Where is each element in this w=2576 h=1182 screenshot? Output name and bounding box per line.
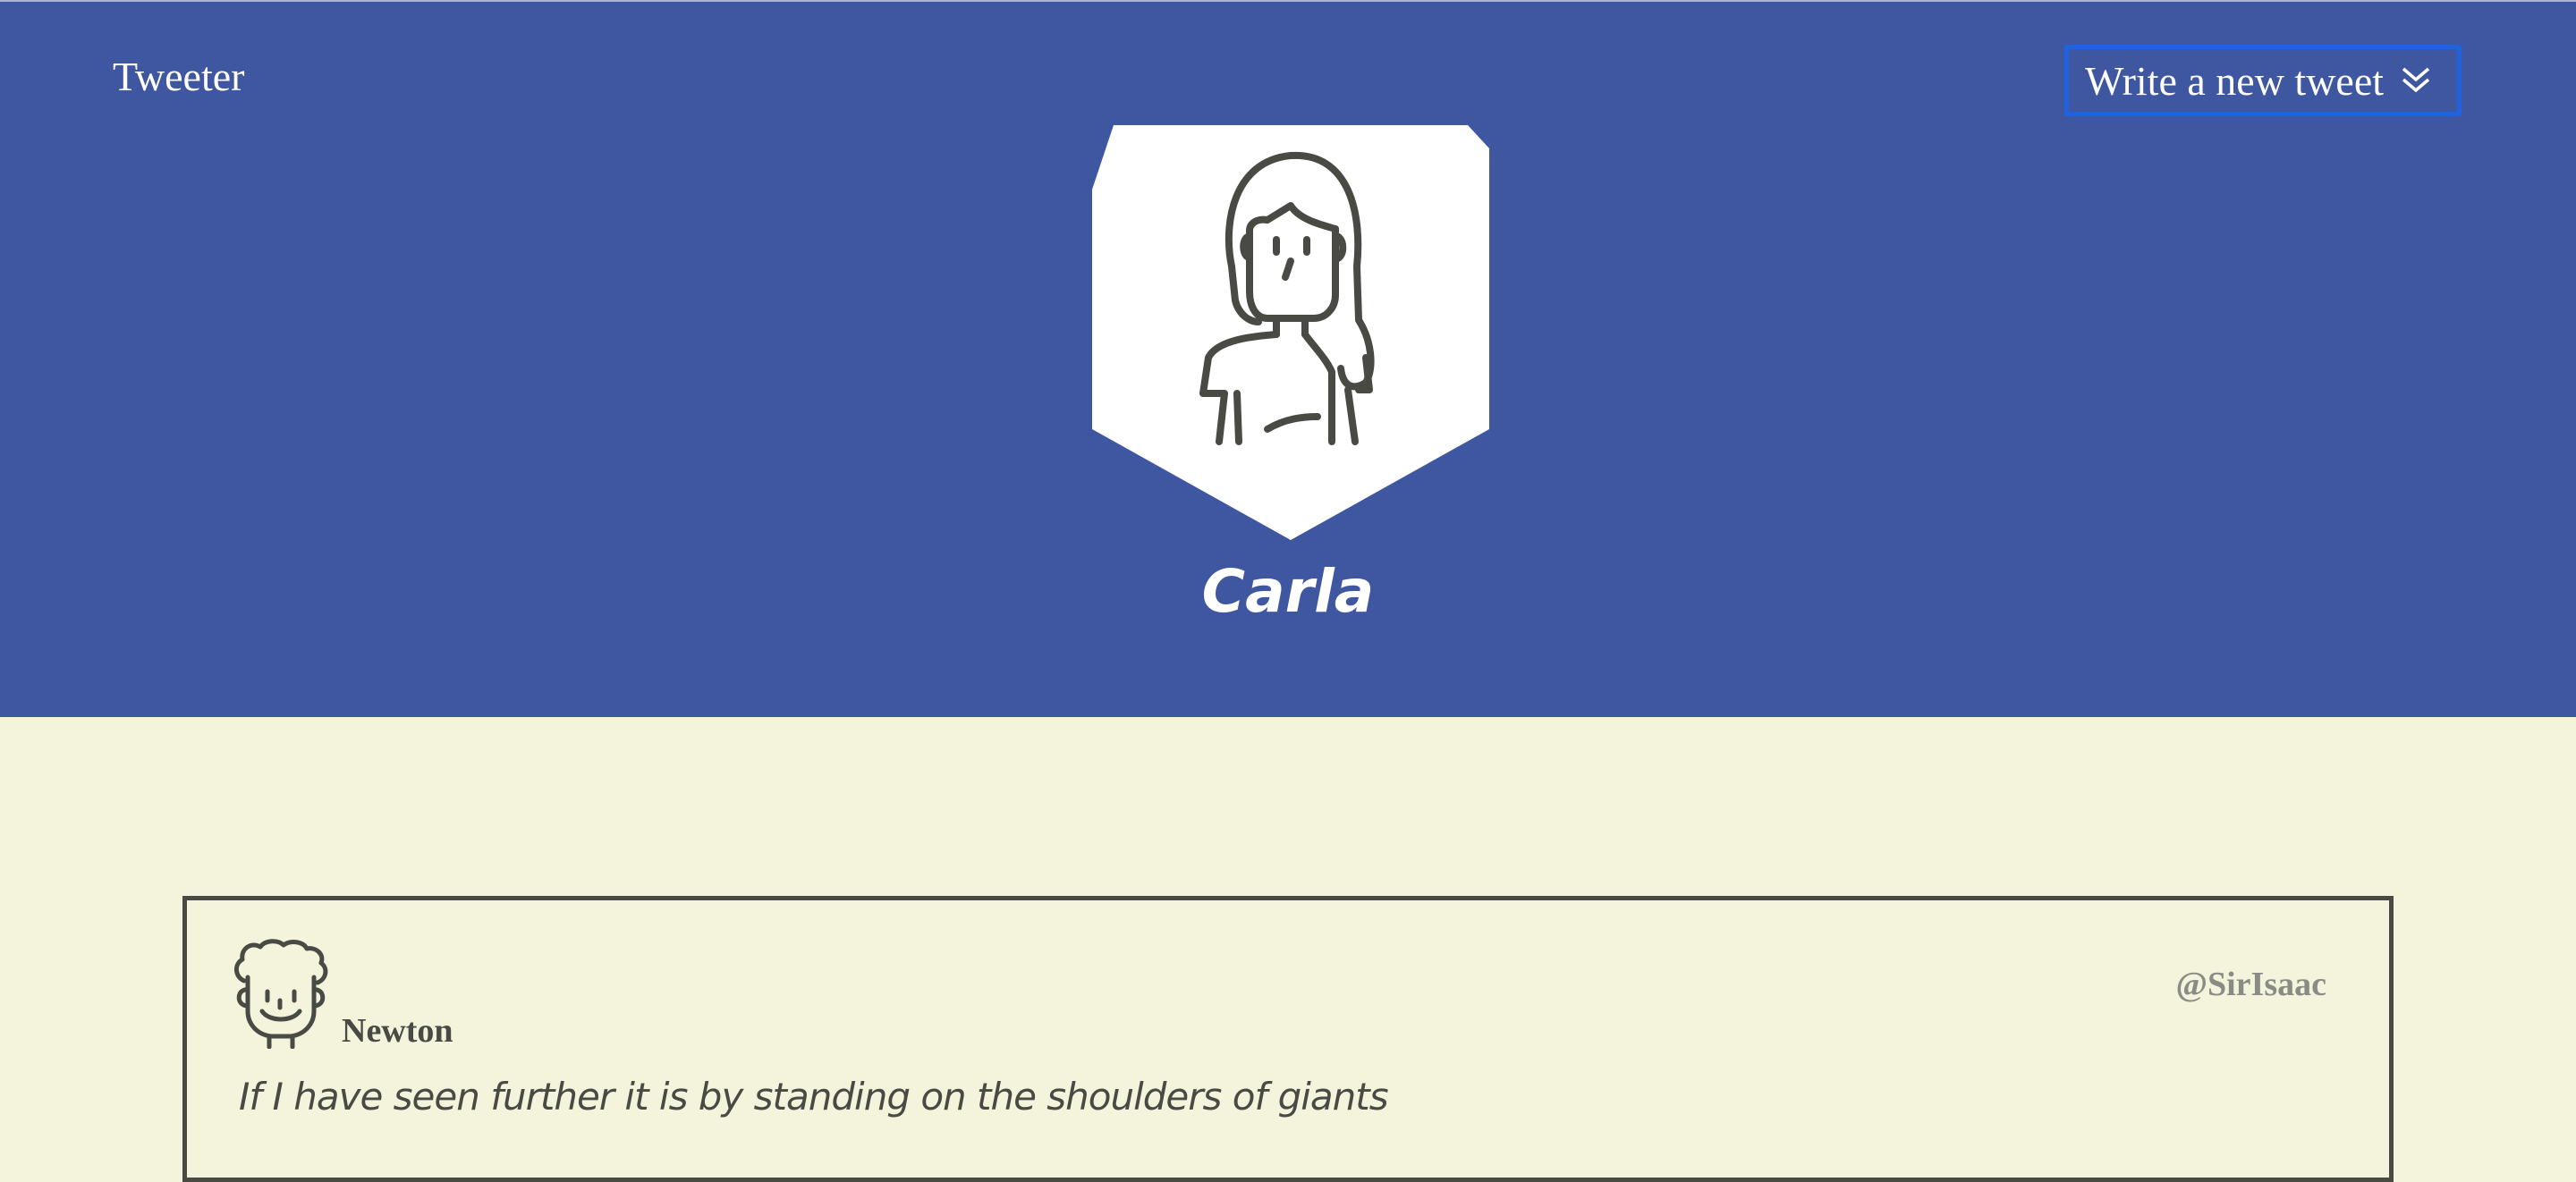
write-new-tweet-button[interactable]: Write a new tweet: [2064, 45, 2462, 116]
profile-name: Carla: [1201, 557, 1375, 626]
male-avatar-icon: [234, 939, 328, 1049]
brand-logo-text[interactable]: Tweeter: [113, 50, 244, 104]
female-avatar-icon: [1092, 125, 1489, 540]
tweet-author-name: Newton: [342, 1012, 453, 1050]
tweet-content: If I have seen further it is by standing…: [239, 1075, 1389, 1119]
tweet-author-handle[interactable]: @SirIsaac: [2176, 965, 2326, 1004]
write-new-tweet-label: Write a new tweet: [2085, 57, 2385, 104]
profile-header: Tweeter Write a new tweet Carla: [0, 2, 2576, 717]
tweet-card: Newton @SirIsaac If I have seen further …: [182, 896, 2394, 1182]
double-chevron-down-icon: [2402, 67, 2430, 93]
